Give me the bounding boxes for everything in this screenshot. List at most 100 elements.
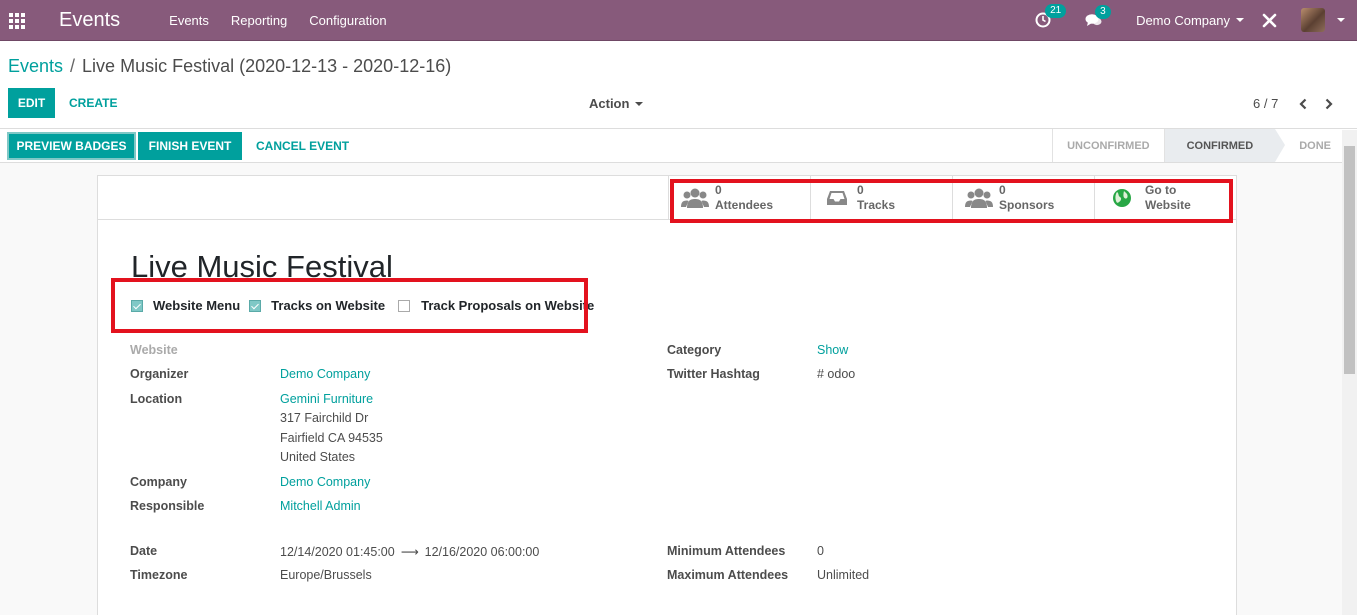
breadcrumb-events-link[interactable]: Events xyxy=(8,56,63,77)
event-name[interactable]: Live Music Festival xyxy=(131,249,393,285)
website-menu-label: Website Menu xyxy=(153,298,241,313)
date-range-value: 12/14/2020 01:45:00 ⟶ 12/16/2020 06:00:00 xyxy=(280,544,539,559)
breadcrumb-separator: / xyxy=(70,56,76,76)
arrow-right-icon: ⟶ xyxy=(400,545,419,559)
breadcrumb: Events / Live Music Festival (2020-12-13… xyxy=(8,56,451,77)
menu-events[interactable]: Events xyxy=(169,13,209,28)
form-statusbar: PREVIEW BADGES FINISH EVENT CANCEL EVENT… xyxy=(0,128,1357,163)
top-navbar: Events Events Reporting Configuration 21… xyxy=(0,0,1357,41)
website-menu-checkbox[interactable] xyxy=(131,299,143,312)
stage-unconfirmed[interactable]: UNCONFIRMED xyxy=(1052,129,1164,162)
date-field-label: Date xyxy=(130,544,158,558)
menu-configuration[interactable]: Configuration xyxy=(309,13,386,28)
chevron-right-icon xyxy=(1326,98,1333,109)
debug-tools-button[interactable] xyxy=(1262,13,1277,28)
website-label: Website xyxy=(1145,197,1191,212)
attendees-count: 0 xyxy=(715,182,722,197)
website-options: Website Menu Tracks on Website Track Pro… xyxy=(131,298,601,313)
location-country-value: United States xyxy=(280,450,356,464)
form-sheet: 0 Attendees 0 Tracks 0 Sponsors Go to We… xyxy=(97,175,1237,615)
create-button[interactable]: CREATE xyxy=(69,96,117,110)
sponsors-count: 0 xyxy=(999,182,1006,197)
go-to-website-smart-button[interactable]: Go to Website xyxy=(1094,176,1236,219)
menu-reporting[interactable]: Reporting xyxy=(231,13,287,28)
tracks-on-website-checkbox[interactable] xyxy=(249,299,262,312)
organizer-value[interactable]: Demo Company xyxy=(280,367,370,381)
systray: 21 3 Demo Company xyxy=(1035,0,1357,41)
activity-button[interactable]: 21 xyxy=(1035,4,1067,28)
users-icon xyxy=(965,186,993,210)
attendees-stat-text: 0 Attendees xyxy=(715,183,773,213)
caret-down-icon xyxy=(1236,18,1244,22)
company-field-label: Company xyxy=(130,475,187,489)
cancel-event-button[interactable]: CANCEL EVENT xyxy=(256,139,349,153)
tracks-label: Tracks xyxy=(857,197,896,212)
website-field-label: Website xyxy=(130,343,178,357)
inbox-icon xyxy=(823,186,851,210)
tracks-on-website-label: Tracks on Website xyxy=(271,298,386,313)
location-city-value: Fairfield CA 94535 xyxy=(280,431,383,445)
message-count-badge: 3 xyxy=(1095,4,1111,19)
tracks-count: 0 xyxy=(857,182,864,197)
attendees-smart-button[interactable]: 0 Attendees xyxy=(668,176,810,219)
company-value[interactable]: Demo Company xyxy=(280,475,370,489)
button-box-divider xyxy=(98,219,671,220)
user-menu-caret-icon[interactable] xyxy=(1337,18,1345,22)
preview-badges-button[interactable]: PREVIEW BADGES xyxy=(7,132,136,160)
category-value[interactable]: Show xyxy=(817,343,848,357)
activity-count-badge: 21 xyxy=(1045,4,1067,18)
chevron-left-icon xyxy=(1299,98,1307,109)
website-stat-text: Go to Website xyxy=(1145,183,1191,213)
tools-icon xyxy=(1262,13,1277,27)
messaging-button[interactable]: 3 xyxy=(1085,4,1111,28)
page-scrollbar[interactable] xyxy=(1342,130,1357,615)
action-label: Action xyxy=(589,96,630,111)
globe-icon xyxy=(1111,186,1133,210)
finish-event-button[interactable]: FINISH EVENT xyxy=(138,132,242,160)
responsible-value[interactable]: Mitchell Admin xyxy=(280,499,361,513)
min-attendees-field-label: Minimum Attendees xyxy=(667,544,786,558)
pager-previous-button[interactable] xyxy=(1296,97,1310,111)
sponsors-label: Sponsors xyxy=(999,197,1055,212)
location-field-label: Location xyxy=(130,392,183,406)
app-title: Events xyxy=(59,8,121,31)
caret-down-icon xyxy=(635,101,644,106)
organizer-field-label: Organizer xyxy=(130,367,189,381)
max-attendees-value: Unlimited xyxy=(817,568,870,582)
location-street-value: 317 Fairchild Dr xyxy=(280,411,369,425)
timezone-field-label: Timezone xyxy=(130,568,188,582)
location-name-value[interactable]: Gemini Furniture xyxy=(280,392,373,406)
user-avatar[interactable] xyxy=(1301,8,1325,32)
users-icon xyxy=(681,186,709,210)
tracks-smart-button[interactable]: 0 Tracks xyxy=(810,176,952,219)
twitter-hashtag-field-label: Twitter Hashtag xyxy=(667,367,760,381)
category-field-label: Category xyxy=(667,343,722,357)
pager-value[interactable]: 6 / 7 xyxy=(1253,96,1278,111)
stage-done[interactable]: DONE xyxy=(1285,129,1345,162)
top-menu: Events Reporting Configuration xyxy=(169,13,408,28)
edit-button[interactable]: EDIT xyxy=(8,88,55,118)
pager-next-button[interactable] xyxy=(1322,97,1336,111)
track-proposals-label: Track Proposals on Website xyxy=(421,298,595,313)
apps-menu-icon[interactable] xyxy=(9,13,27,29)
attendees-label: Attendees xyxy=(715,197,774,212)
sponsors-smart-button[interactable]: 0 Sponsors xyxy=(952,176,1094,219)
action-dropdown[interactable]: Action xyxy=(589,96,644,111)
pager: 6 / 7 xyxy=(1253,96,1336,111)
twitter-hashtag-value: # odoo xyxy=(817,367,856,381)
track-proposals-checkbox[interactable] xyxy=(398,299,411,312)
breadcrumb-current: Live Music Festival (2020-12-13 - 2020-1… xyxy=(82,56,452,76)
go-to-text: Go to xyxy=(1145,182,1177,197)
tracks-stat-text: 0 Tracks xyxy=(857,183,895,213)
stage-pipeline: UNCONFIRMED CONFIRMED DONE xyxy=(1052,129,1345,162)
timezone-value: Europe/Brussels xyxy=(280,568,372,582)
date-begin-value: 12/14/2020 01:45:00 xyxy=(280,545,395,559)
company-name: Demo Company xyxy=(1136,12,1230,28)
stage-confirmed[interactable]: CONFIRMED xyxy=(1163,129,1285,162)
max-attendees-field-label: Maximum Attendees xyxy=(667,568,789,582)
responsible-field-label: Responsible xyxy=(130,499,205,513)
smart-button-box: 0 Attendees 0 Tracks 0 Sponsors Go to We… xyxy=(668,176,1236,220)
min-attendees-value: 0 xyxy=(817,544,824,558)
company-switcher[interactable]: Demo Company xyxy=(1136,13,1244,28)
scrollbar-thumb[interactable] xyxy=(1344,146,1355,374)
